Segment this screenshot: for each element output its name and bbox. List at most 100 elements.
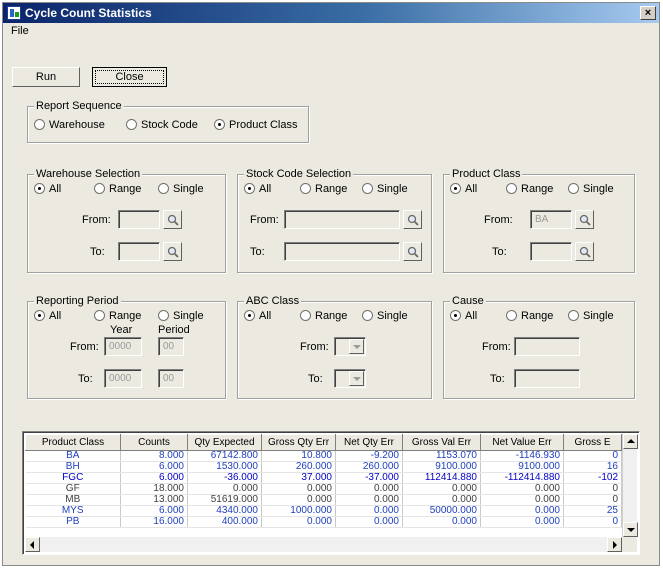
abc-from-select[interactable] [334,337,366,356]
radio-dot [34,118,45,130]
stock-code-from-search-button[interactable] [403,210,422,229]
stock-code-to-input[interactable] [284,242,400,261]
stock-code-selection-label: Stock Code Selection [244,168,354,180]
period-to-period-input[interactable]: 00 [158,369,184,388]
table-cell: 0 [563,516,622,528]
horizontal-scrollbar[interactable] [25,537,622,552]
radio-dot-selected [450,309,461,321]
stock-code-radio-all[interactable]: All [244,182,271,196]
product-class-radio-single[interactable]: Single [568,182,614,196]
chevron-down-icon[interactable] [349,339,364,354]
magnifier-icon [167,246,179,258]
warehouse-radio-all[interactable]: All [34,182,61,196]
report-sequence-label: Report Sequence [34,100,124,112]
table-cell: -1146.930 [480,450,564,462]
scroll-right-arrow-icon[interactable] [607,537,622,552]
column-header[interactable]: Qty Expected [187,434,262,451]
table-row[interactable]: MYS 6.000 4340.000 1000.000 0.000 50000.000 0.… [25,505,622,517]
cause-radio-single[interactable]: Single [568,309,614,323]
product-class-radio-range[interactable]: Range [506,182,553,196]
stock-code-from-input[interactable] [284,210,400,229]
radio-product-class[interactable]: Product Class [214,118,297,132]
warehouse-selection-label: Warehouse Selection [34,168,143,180]
warehouse-radio-single[interactable]: Single [158,182,204,196]
cause-group: Cause All Range Single From: To: [443,295,635,399]
warehouse-radio-range[interactable]: Range [94,182,141,196]
table-cell: 1530.000 [187,461,262,473]
warehouse-from-input[interactable] [118,210,160,229]
table-cell: 0.000 [335,483,403,495]
close-icon[interactable]: × [640,6,656,20]
radio-dot [362,309,373,321]
table-cell: 0.000 [480,516,564,528]
product-class-from-search-button[interactable] [575,210,594,229]
table-row[interactable]: PB 16.000 400.000 0.000 0.000 0.000 0.000 0 [25,516,622,528]
scroll-left-arrow-icon[interactable] [25,537,40,552]
cause-radio-range[interactable]: Range [506,309,553,323]
table-cell: 0.000 [335,516,403,528]
column-header[interactable]: Gross Val Err [402,434,481,451]
results-grid[interactable]: Product Class Counts Qty Expected Gross Qty… [22,431,640,555]
abc-radio-all[interactable]: All [244,309,271,323]
grid-body: BA 8.000 67142.800 10.800 -9.200 1153.070 -114… [25,450,622,528]
column-header[interactable]: Net Value Err [480,434,564,451]
cause-from-input[interactable] [514,337,580,356]
abc-to-select[interactable] [334,369,366,388]
chevron-down-icon[interactable] [349,371,364,386]
cause-label: Cause [450,295,486,307]
product-class-to-input[interactable] [530,242,572,261]
table-cell: 6.000 [120,461,188,473]
period-radio-single[interactable]: Single [158,309,204,323]
column-header[interactable]: Gross E [563,434,622,451]
table-cell: 260.000 [335,461,403,473]
table-cell: FGC [25,472,121,484]
window-title: Cycle Count Statistics [25,6,152,20]
menu-file[interactable]: File [11,25,29,37]
table-row[interactable]: MB 13.000 51619.000 0.000 0.000 0.000 0.000 0 [25,494,622,506]
warehouse-to-input[interactable] [118,242,160,261]
results-table: Product Class Counts Qty Expected Gross Qty… [25,434,622,528]
product-class-label: Product Class [450,168,523,180]
abc-radio-single[interactable]: Single [362,309,408,323]
product-class-from-input[interactable]: BA [530,210,572,229]
column-header[interactable]: Gross Qty Err [261,434,336,451]
period-radio-range[interactable]: Range [94,309,141,323]
period-from-period-input[interactable]: 00 [158,337,184,356]
period-from-year-input[interactable]: 0000 [104,337,142,356]
stock-code-radio-single[interactable]: Single [362,182,408,196]
cause-to-input[interactable] [514,369,580,388]
column-header[interactable]: Net Qty Err [335,434,403,451]
table-cell: 0.000 [335,494,403,506]
column-header[interactable]: Counts [120,434,188,451]
warehouse-to-search-button[interactable] [163,242,182,261]
warehouse-from-search-button[interactable] [163,210,182,229]
table-cell: PB [25,516,121,528]
product-class-from-label: From: [484,214,513,226]
table-row[interactable]: FGC 6.000 -36.000 37.000 -37.000 112414.880 -1… [25,472,622,484]
stock-code-radio-range[interactable]: Range [300,182,347,196]
scroll-down-arrow-icon[interactable] [623,522,638,537]
scroll-up-arrow-icon[interactable] [623,434,638,449]
stock-code-to-search-button[interactable] [403,242,422,261]
table-row[interactable]: GF 18.000 0.000 0.000 0.000 0.000 0.000 0 [25,483,622,495]
table-cell: 0.000 [261,494,336,506]
vertical-scrollbar[interactable] [622,434,638,537]
radio-stock-code[interactable]: Stock Code [126,118,198,132]
radio-warehouse[interactable]: Warehouse [34,118,105,132]
table-row[interactable]: BA 8.000 67142.800 10.800 -9.200 1153.070 -114… [25,450,622,462]
period-to-year-input[interactable]: 0000 [104,369,142,388]
run-button[interactable]: Run [12,67,80,87]
table-row[interactable]: BH 6.000 1530.000 260.000 260.000 9100.000 910… [25,461,622,473]
product-class-radio-all[interactable]: All [450,182,477,196]
radio-dot [158,309,169,321]
close-button[interactable]: Close [92,67,167,87]
cause-radio-all[interactable]: All [450,309,477,323]
title-bar[interactable]: Cycle Count Statistics × [3,3,659,23]
abc-to-label: To: [308,373,323,385]
product-class-to-search-button[interactable] [575,242,594,261]
radio-dot-selected [34,309,45,321]
column-header[interactable]: Product Class [25,434,121,451]
table-cell: 0.000 [261,516,336,528]
period-radio-all[interactable]: All [34,309,61,323]
abc-radio-range[interactable]: Range [300,309,347,323]
